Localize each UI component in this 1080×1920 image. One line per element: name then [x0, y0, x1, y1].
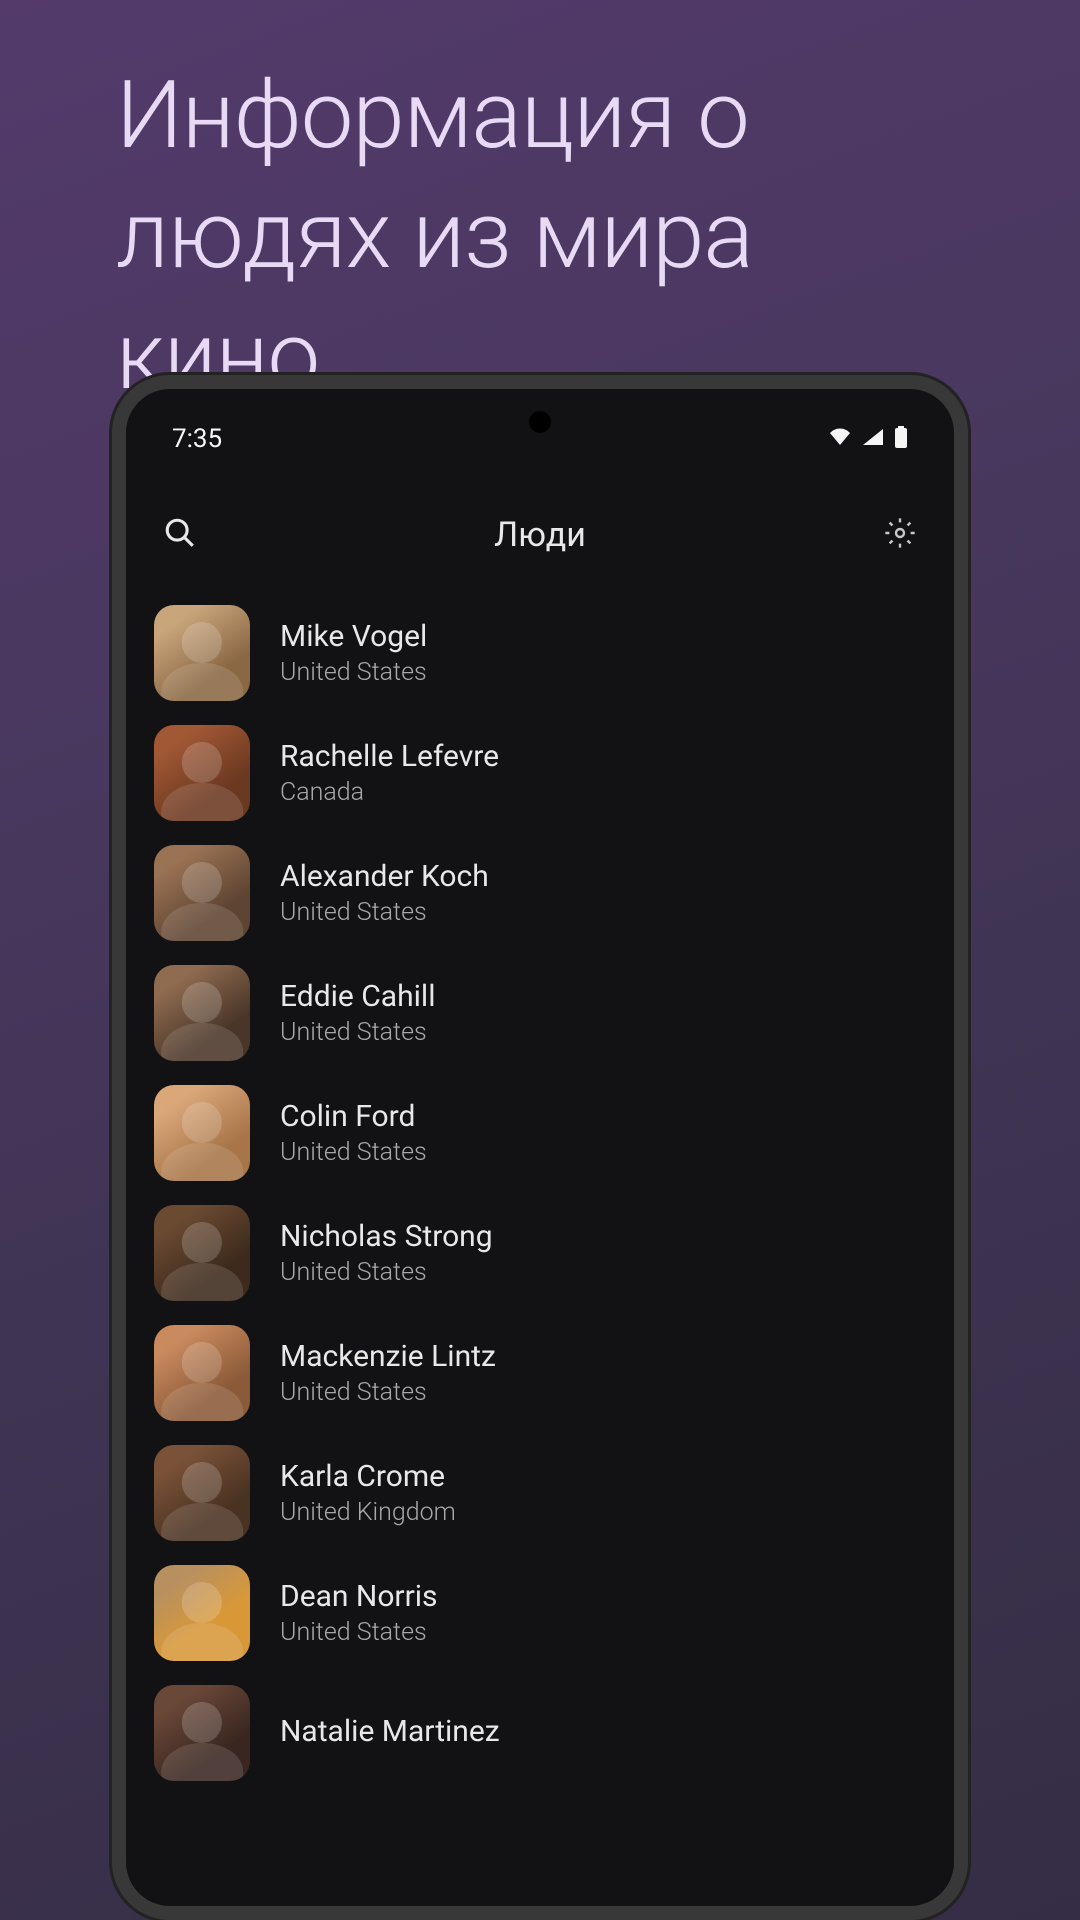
list-item[interactable]: Colin Ford United States: [154, 1073, 926, 1193]
status-time: 7:35: [172, 424, 222, 454]
list-item[interactable]: Natalie Martinez: [154, 1673, 926, 1793]
list-item[interactable]: Eddie Cahill United States: [154, 953, 926, 1073]
person-info: Eddie Cahill United States: [280, 979, 436, 1047]
battery-icon: [894, 426, 908, 452]
avatar: [154, 605, 250, 701]
avatar: [154, 1565, 250, 1661]
phone-side-button: [954, 1179, 960, 1299]
person-name: Eddie Cahill: [280, 979, 436, 1014]
person-info: Mackenzie Lintz United States: [280, 1339, 496, 1407]
settings-button[interactable]: [878, 513, 922, 557]
person-info: Mike Vogel United States: [280, 619, 427, 687]
person-name: Natalie Martinez: [280, 1714, 500, 1749]
person-info: Karla Crome United Kingdom: [280, 1459, 456, 1527]
phone-frame: 7:35 Люди: [112, 375, 968, 1920]
person-name: Dean Norris: [280, 1579, 438, 1614]
person-name: Colin Ford: [280, 1099, 427, 1134]
phone-side-button: [954, 1029, 960, 1149]
person-country: Canada: [280, 778, 499, 807]
avatar: [154, 1325, 250, 1421]
search-icon: [163, 516, 197, 554]
person-country: United States: [280, 898, 489, 927]
person-info: Nicholas Strong United States: [280, 1219, 493, 1287]
avatar: [154, 965, 250, 1061]
avatar: [154, 1085, 250, 1181]
person-name: Karla Crome: [280, 1459, 456, 1494]
wifi-icon: [828, 427, 852, 451]
phone-screen: 7:35 Люди: [126, 389, 954, 1906]
list-item[interactable]: Nicholas Strong United States: [154, 1193, 926, 1313]
page-title: Люди: [494, 515, 586, 555]
person-info: Rachelle Lefevre Canada: [280, 739, 499, 807]
promo-heading: Информация о людях из мира кино: [0, 0, 1080, 416]
person-country: United States: [280, 1378, 496, 1407]
people-list[interactable]: Mike Vogel United States Rachelle Lefevr…: [126, 593, 954, 1793]
avatar: [154, 725, 250, 821]
person-info: Colin Ford United States: [280, 1099, 427, 1167]
list-item[interactable]: Rachelle Lefevre Canada: [154, 713, 926, 833]
phone-side-button: [954, 919, 960, 999]
person-country: United States: [280, 1258, 493, 1287]
person-country: United States: [280, 1618, 438, 1647]
avatar: [154, 1205, 250, 1301]
camera-notch: [529, 411, 551, 433]
avatar: [154, 845, 250, 941]
person-country: United Kingdom: [280, 1498, 456, 1527]
person-info: Alexander Koch United States: [280, 859, 489, 927]
person-country: United States: [280, 1018, 436, 1047]
status-icons: [828, 426, 908, 452]
person-country: United States: [280, 1138, 427, 1167]
gear-icon: [884, 517, 916, 553]
list-item[interactable]: Karla Crome United Kingdom: [154, 1433, 926, 1553]
person-info: Dean Norris United States: [280, 1579, 438, 1647]
person-name: Mackenzie Lintz: [280, 1339, 496, 1374]
list-item[interactable]: Dean Norris United States: [154, 1553, 926, 1673]
search-button[interactable]: [158, 513, 202, 557]
person-name: Nicholas Strong: [280, 1219, 493, 1254]
person-info: Natalie Martinez: [280, 1714, 500, 1753]
list-item[interactable]: Mackenzie Lintz United States: [154, 1313, 926, 1433]
person-country: United States: [280, 658, 427, 687]
list-item[interactable]: Mike Vogel United States: [154, 593, 926, 713]
avatar: [154, 1445, 250, 1541]
list-item[interactable]: Alexander Koch United States: [154, 833, 926, 953]
avatar: [154, 1685, 250, 1781]
app-header: Люди: [126, 461, 954, 593]
person-name: Mike Vogel: [280, 619, 427, 654]
person-name: Rachelle Lefevre: [280, 739, 499, 774]
person-name: Alexander Koch: [280, 859, 489, 894]
signal-icon: [862, 427, 884, 451]
